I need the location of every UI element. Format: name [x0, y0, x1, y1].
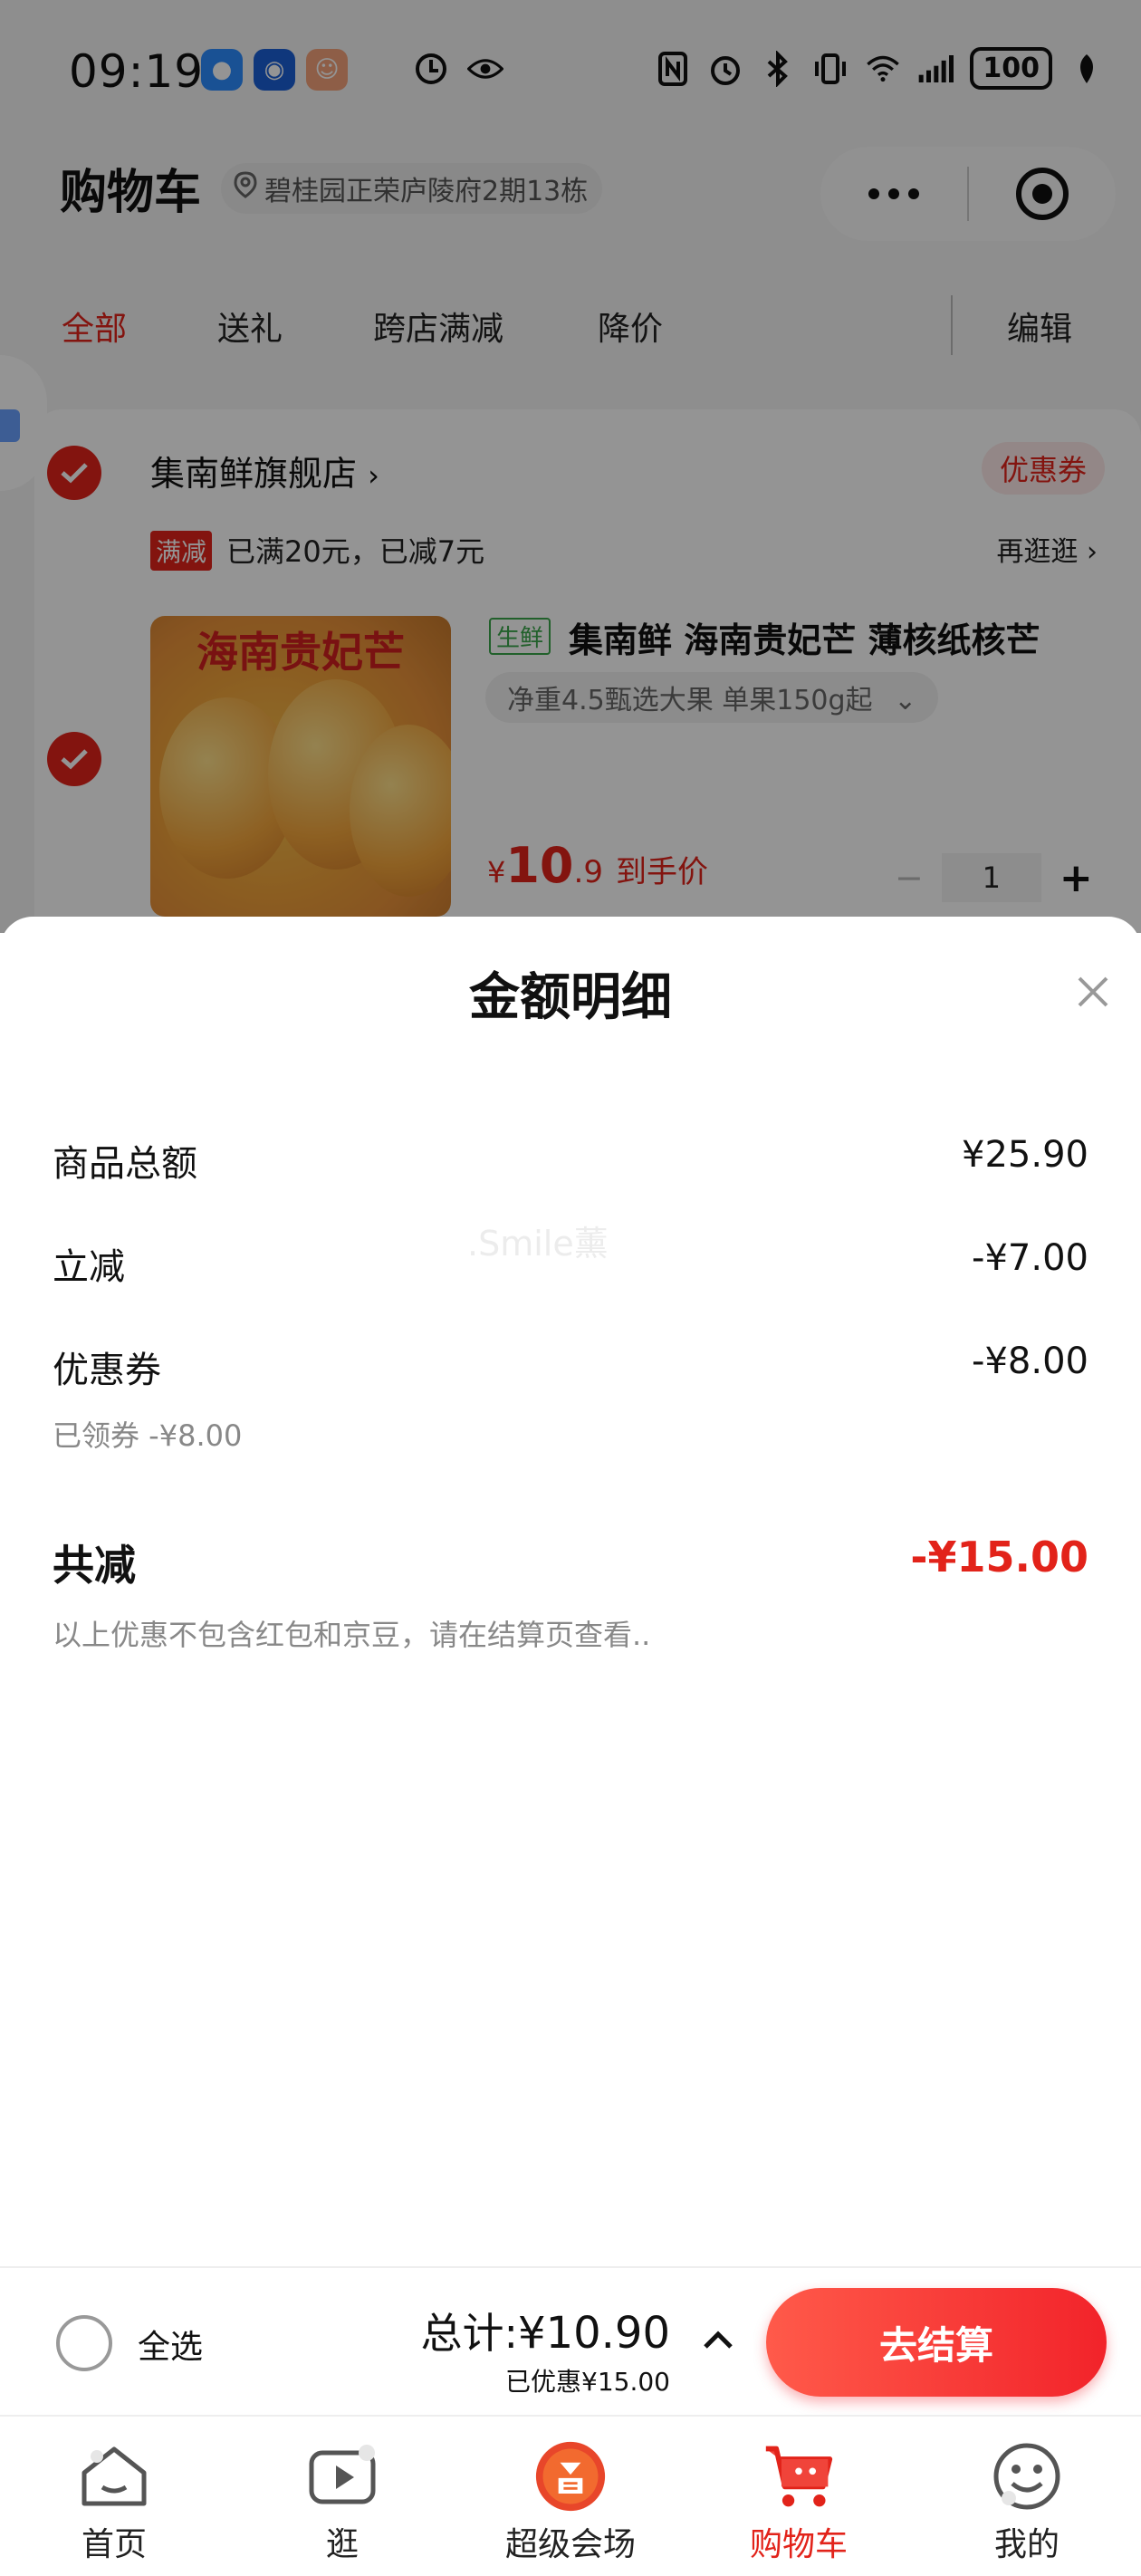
saved-amount: 已优惠¥15.00 [505, 2367, 670, 2397]
tab-super-venue[interactable]: 超级会场 [456, 2417, 685, 2576]
checkout-bar: 全选 总计:¥10.90 已优惠¥15.00 去结算 [0, 2266, 1141, 2415]
chevron-up-icon[interactable] [697, 2319, 739, 2360]
instant-discount-label: 立减 [53, 1246, 125, 1288]
discount-note: 以上优惠不包含红包和京豆，请在结算页查看.. [53, 1618, 651, 1652]
smiley-icon [991, 2440, 1063, 2513]
close-button[interactable] [1070, 969, 1116, 1014]
tab-super-venue-label: 超级会场 [504, 2526, 636, 2563]
close-icon [1078, 976, 1108, 1007]
goods-total-value: ¥25.90 [962, 1134, 1088, 1176]
tab-home[interactable]: 首页 [0, 2417, 228, 2576]
tab-home-label: 首页 [81, 2526, 147, 2563]
tab-mine-label: 我的 [993, 2526, 1060, 2563]
instant-discount-value: -¥7.00 [972, 1237, 1088, 1279]
amount-detail-sheet: 金额明细 .Smile薰 商品总额 ¥25.90 立减 -¥7.00 优惠券 -… [0, 917, 1141, 2266]
total-price: 总计:¥10.90 [420, 2308, 670, 2359]
sheet-title: 金额明细 [469, 968, 672, 1027]
tab-browse[interactable]: 逛 [228, 2417, 456, 2576]
modal-overlay[interactable] [0, 0, 1141, 933]
coupon-value: -¥8.00 [972, 1341, 1088, 1382]
tab-cart[interactable]: 购物车 [685, 2417, 913, 2576]
tab-mine[interactable]: 我的 [913, 2417, 1141, 2576]
select-all-checkbox[interactable] [56, 2315, 112, 2371]
checkout-button[interactable]: 去结算 [766, 2288, 1107, 2397]
bottom-tab-bar: 首页 逛 超级会场 购物车 我的 [0, 2415, 1141, 2576]
watermark: .Smile薰 [467, 1224, 609, 1264]
super-venue-icon [534, 2440, 607, 2513]
tab-browse-label: 逛 [325, 2526, 359, 2563]
total-discount-value: -¥15.00 [910, 1533, 1088, 1581]
cart-icon [762, 2440, 835, 2513]
tab-cart-label: 购物车 [749, 2526, 848, 2563]
video-play-icon [306, 2440, 379, 2513]
goods-total-label: 商品总额 [53, 1143, 197, 1185]
coupon-label: 优惠券 [53, 1350, 161, 1391]
select-all-label[interactable]: 全选 [138, 2321, 203, 2368]
home-icon [78, 2440, 150, 2513]
coupon-sub-text: 已领券 -¥8.00 [53, 1418, 243, 1453]
total-discount-label: 共减 [53, 1541, 136, 1590]
